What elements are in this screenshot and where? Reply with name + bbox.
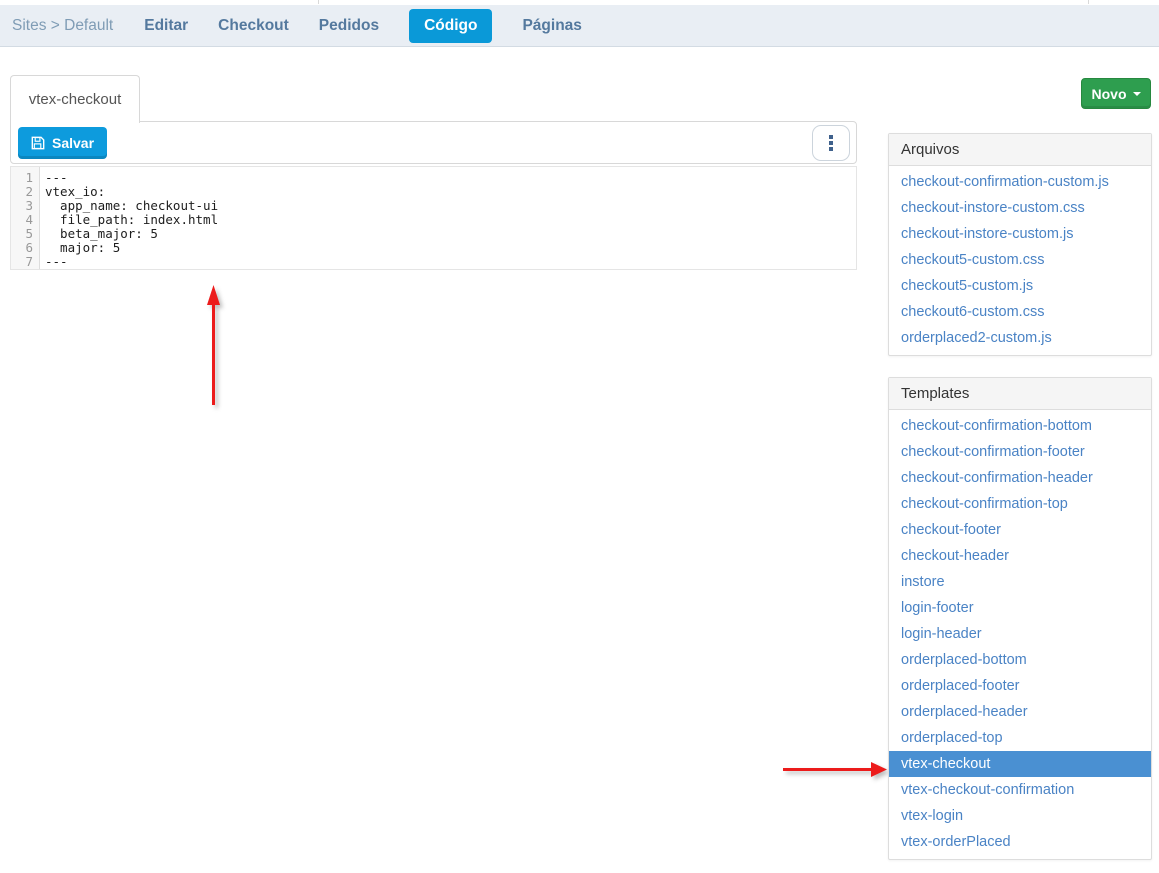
kebab-menu-button[interactable] [812,125,850,161]
file-link[interactable]: checkout-instore-custom.js [889,221,1151,247]
annotation-arrow-up [194,281,234,407]
template-link[interactable]: orderplaced-top [889,725,1151,751]
line-number: 2 [11,185,39,199]
file-link[interactable]: checkout-instore-custom.css [889,195,1151,221]
template-link[interactable]: orderplaced-bottom [889,647,1151,673]
template-link[interactable]: checkout-confirmation-top [889,491,1151,517]
templates-list: checkout-confirmation-bottomcheckout-con… [889,410,1151,859]
file-link[interactable]: checkout5-custom.js [889,273,1151,299]
file-link[interactable]: checkout-confirmation-custom.js [889,169,1151,195]
template-link[interactable]: checkout-confirmation-header [889,465,1151,491]
line-content: vtex_io: [39,185,105,199]
save-button[interactable]: Salvar [18,127,107,159]
file-link[interactable]: checkout6-custom.css [889,299,1151,325]
files-list: checkout-confirmation-custom.jscheckout-… [889,166,1151,355]
line-number: 3 [11,199,39,213]
template-link[interactable]: checkout-confirmation-footer [889,439,1151,465]
code-line: 1 --- [11,171,856,185]
line-number: 6 [11,241,39,255]
template-link[interactable]: vtex-checkout-confirmation [889,777,1151,803]
line-content: app_name: checkout-ui [39,199,218,213]
nav-tab[interactable]: Editar [144,17,188,35]
editor-file-tab[interactable]: vtex-checkout [10,75,140,123]
template-link[interactable]: checkout-footer [889,517,1151,543]
line-number: 7 [11,255,39,269]
chrome-divider [318,0,319,4]
nav-tab[interactable]: Pedidos [319,17,379,35]
save-icon [31,136,45,150]
line-number: 1 [11,171,39,185]
new-button[interactable]: Novo [1081,78,1151,109]
code-line: 7 --- [11,255,856,269]
template-link[interactable]: vtex-checkout [889,751,1151,777]
top-navigation: Sites > Default Editar Checkout Pedidos Cód… [0,5,1159,47]
kebab-menu-icon [829,135,833,151]
template-link[interactable]: login-footer [889,595,1151,621]
caret-down-icon [1133,92,1141,96]
template-link[interactable]: checkout-confirmation-bottom [889,413,1151,439]
file-link[interactable]: checkout5-custom.css [889,247,1151,273]
line-content: --- [39,171,68,185]
nav-tabs: Editar Checkout Pedidos Código Páginas [144,9,582,43]
new-button-label: Novo [1092,86,1127,102]
files-panel: Arquivos checkout-confirmation-custom.js… [888,133,1152,356]
template-link[interactable]: login-header [889,621,1151,647]
code-line: 6 major: 5 [11,241,856,255]
editor-tab-label: vtex-checkout [29,91,122,108]
nav-tab[interactable]: Checkout [218,17,289,35]
code-line: 3 app_name: checkout-ui [11,199,856,213]
line-content: --- [39,255,68,269]
annotation-arrow-right [779,753,889,785]
template-link[interactable]: orderplaced-header [889,699,1151,725]
line-content: file_path: index.html [39,213,218,227]
chrome-divider [1088,0,1089,4]
template-link[interactable]: vtex-orderPlaced [889,829,1151,855]
template-link[interactable]: vtex-login [889,803,1151,829]
template-link[interactable]: checkout-header [889,543,1151,569]
breadcrumb[interactable]: Sites > Default [12,17,113,35]
line-number: 5 [11,227,39,241]
templates-panel-header: Templates [889,378,1151,410]
template-link[interactable]: orderplaced-footer [889,673,1151,699]
templates-panel: Templates checkout-confirmation-bottomch… [888,377,1152,860]
nav-tab[interactable]: Código [409,9,492,43]
files-panel-header: Arquivos [889,134,1151,166]
code-line: 2 vtex_io: [11,185,856,199]
save-label: Salvar [52,135,94,151]
line-content: major: 5 [39,241,120,255]
line-content: beta_major: 5 [39,227,158,241]
nav-tab[interactable]: Páginas [522,17,581,35]
code-line: 4 file_path: index.html [11,213,856,227]
code-line: 5 beta_major: 5 [11,227,856,241]
file-link[interactable]: orderplaced2-custom.js [889,325,1151,351]
line-number: 4 [11,213,39,227]
code-editor[interactable]: 1 --- 2 vtex_io: 3 app_name: checkout-ui… [10,166,857,270]
template-link[interactable]: instore [889,569,1151,595]
code-lines: 1 --- 2 vtex_io: 3 app_name: checkout-ui… [11,167,856,269]
vtex-cms-code-screen: Sites > Default Editar Checkout Pedidos Cód… [0,0,1159,873]
editor-toolbar: Salvar [10,121,857,164]
